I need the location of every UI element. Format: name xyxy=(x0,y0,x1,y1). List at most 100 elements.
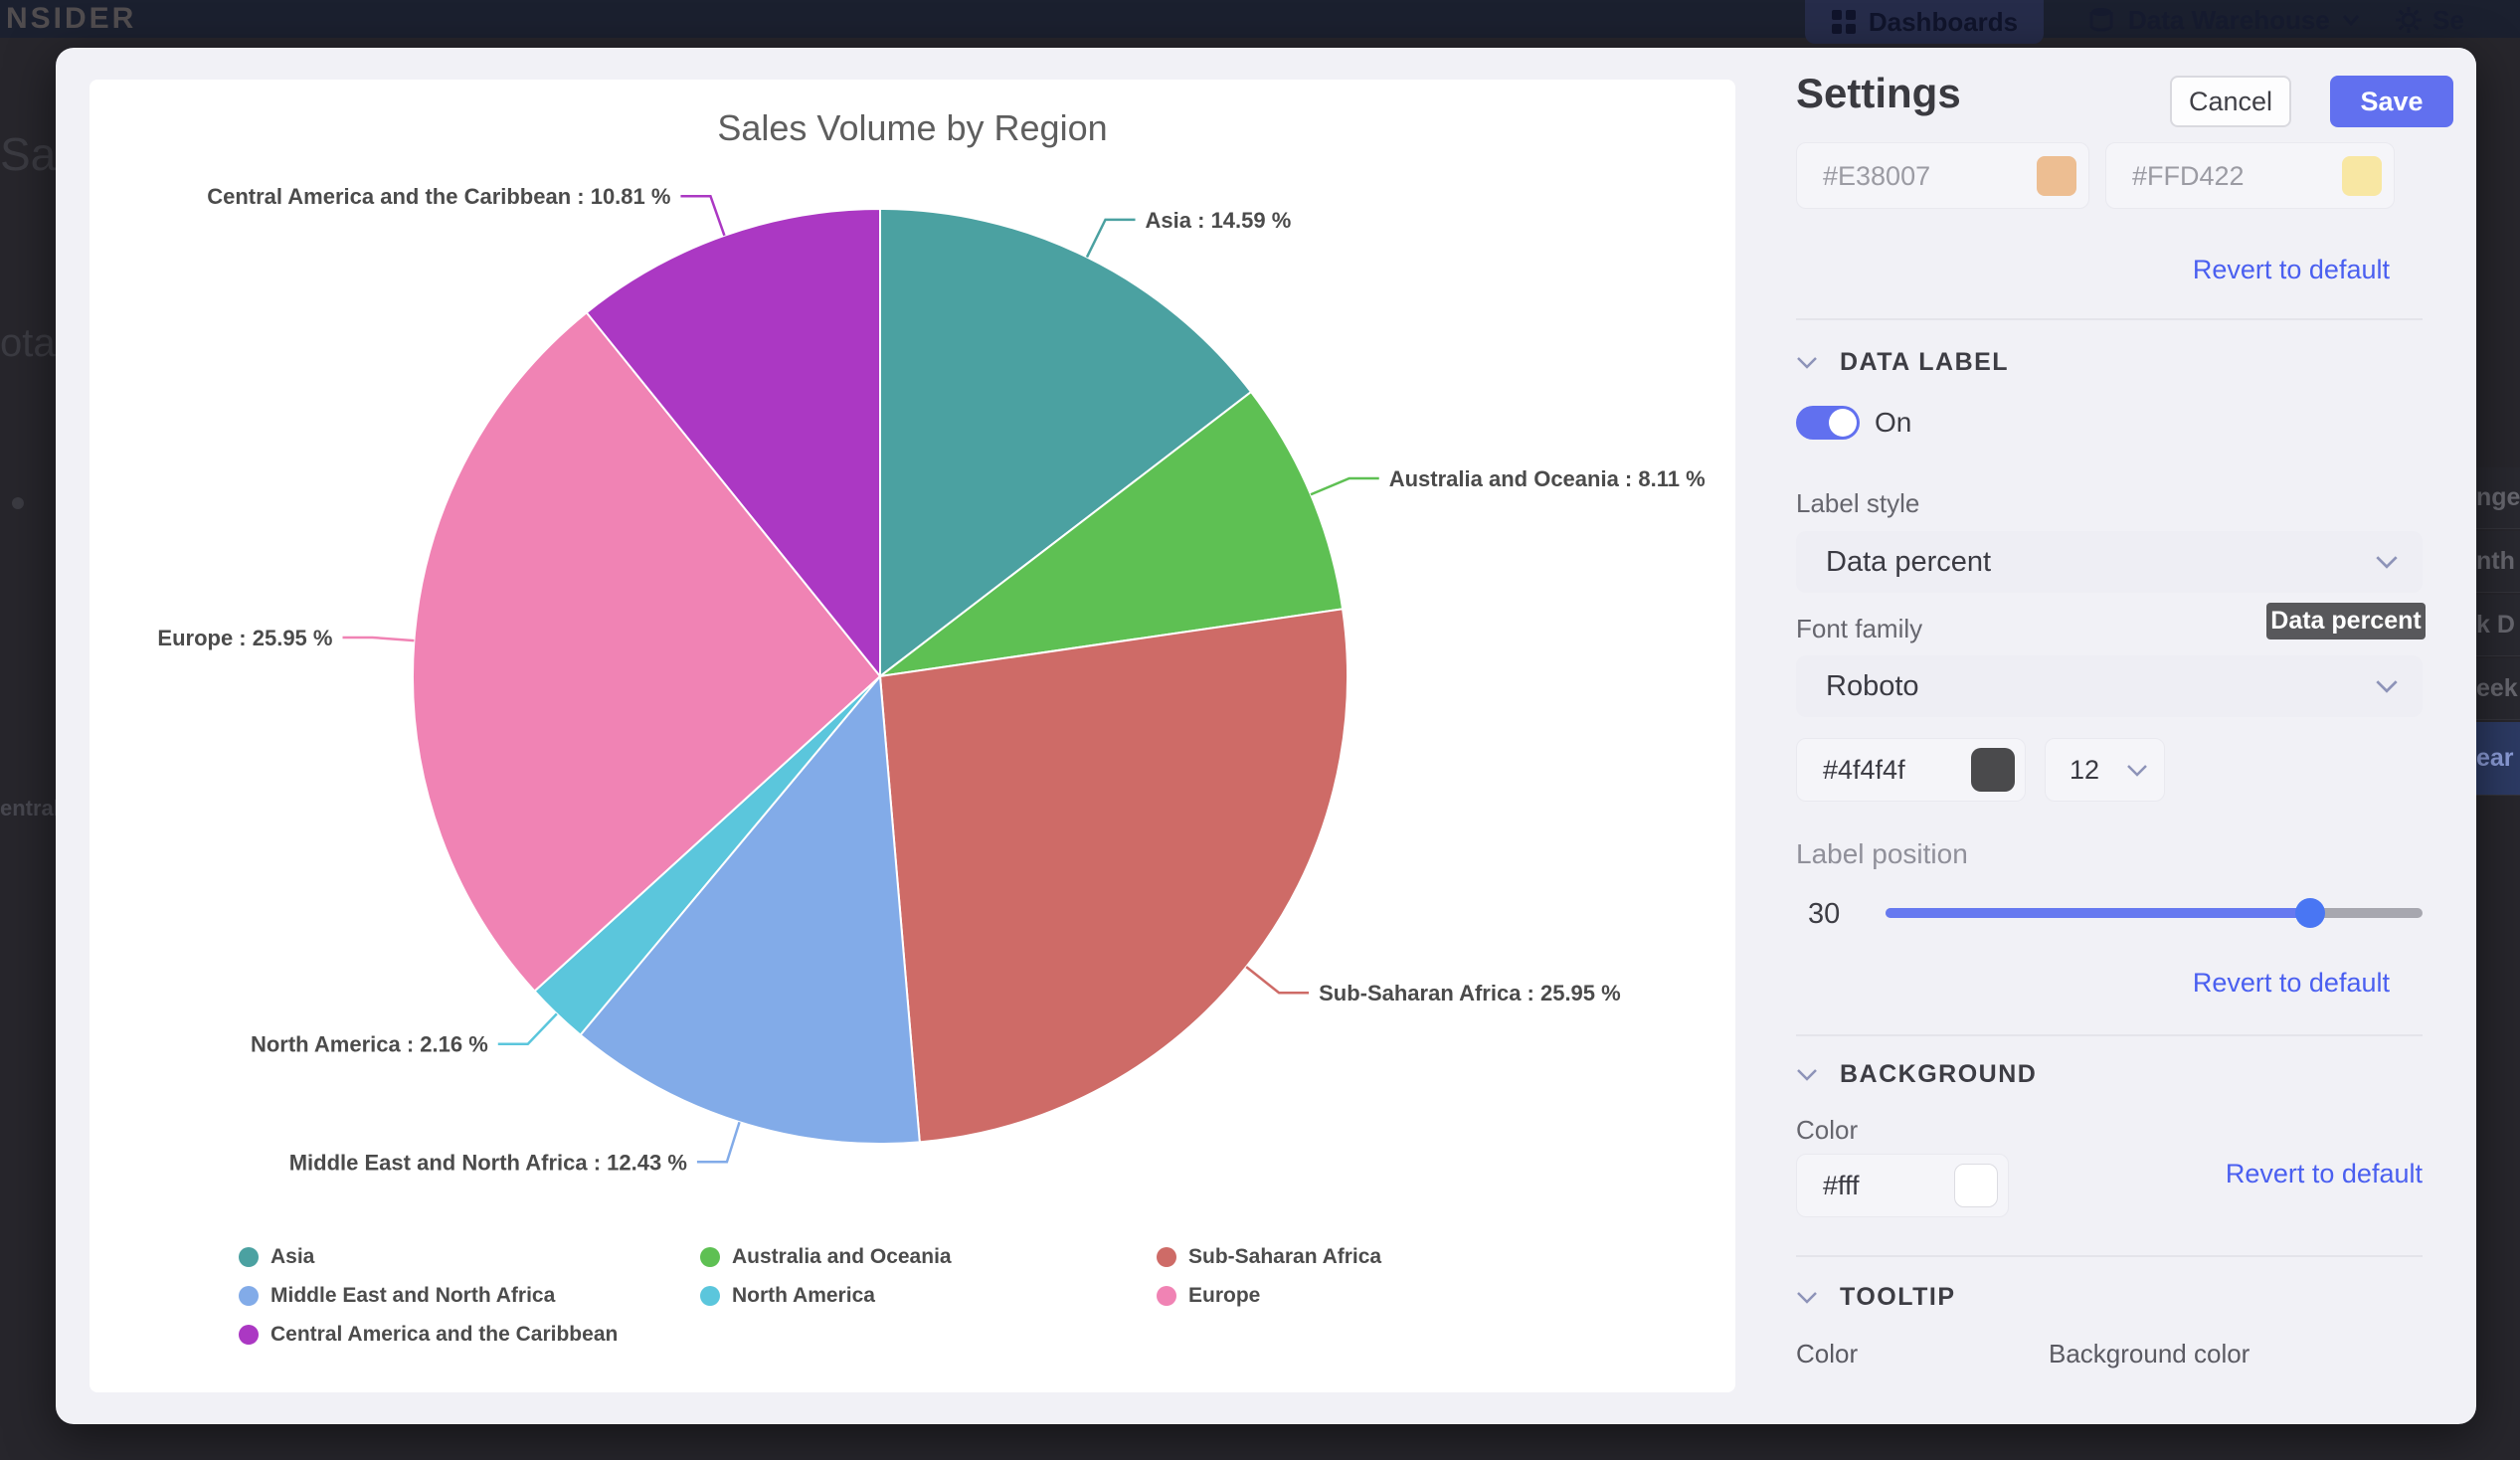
label-style-tooltip: Data percent xyxy=(2266,603,2426,639)
data-label-section-header[interactable]: DATA LABEL xyxy=(1796,348,2009,377)
legend-item-sub-saharan-africa[interactable]: Sub-Saharan Africa xyxy=(1157,1245,1381,1269)
background-menu-item: k D xyxy=(2476,595,2520,656)
label-position-value: 30 xyxy=(1808,898,1840,931)
tooltip-section-header[interactable]: TOOLTIP xyxy=(1796,1283,1956,1312)
app-top-bar: NSIDER Dashboards Data Warehouse Se xyxy=(0,0,2520,38)
font-color-value: #4f4f4f xyxy=(1823,755,1905,786)
background-section-title: BACKGROUND xyxy=(1840,1060,2037,1089)
background-color-label: Color xyxy=(1796,1115,1858,1146)
tooltip-section-title: TOOLTIP xyxy=(1840,1283,1956,1312)
legend-item-asia[interactable]: Asia xyxy=(239,1245,700,1269)
pie-callout-label: Sub-Saharan Africa : 25.95 % xyxy=(1319,981,1621,1005)
section-divider xyxy=(1796,318,2423,320)
save-button[interactable]: Save xyxy=(2330,76,2453,127)
pie-callout-label: Asia : 14.59 % xyxy=(1146,208,1292,233)
pie-label-line xyxy=(697,1122,740,1162)
pie-callout-label: Middle East and North Africa : 12.43 % xyxy=(289,1150,687,1175)
label-style-value: Data percent xyxy=(1826,546,1991,579)
legend-item-central-america-and-the-caribbean[interactable]: Central America and the Caribbean xyxy=(239,1323,700,1347)
section-divider xyxy=(1796,1255,2423,1257)
tooltip-background-color-label: Background color xyxy=(2049,1339,2250,1369)
label-position-slider[interactable] xyxy=(1886,908,2423,918)
font-color-swatch[interactable] xyxy=(1971,748,2015,792)
pie-label-line xyxy=(1311,478,1379,494)
revert-to-default-link-background[interactable]: Revert to default xyxy=(2226,1159,2423,1189)
app-logo: NSIDER xyxy=(6,2,136,36)
legend-item-australia-and-oceania[interactable]: Australia and Oceania xyxy=(700,1245,1157,1269)
legend-label: Central America and the Caribbean xyxy=(270,1323,618,1347)
slider-fill xyxy=(1886,908,2310,918)
chevron-down-icon xyxy=(2375,555,2399,569)
pie-label-line xyxy=(1246,967,1309,993)
background-section-header[interactable]: BACKGROUND xyxy=(1796,1060,2037,1089)
background-color-value: #fff xyxy=(1823,1171,1860,1201)
settings-panel: Settings Cancel Save #E38007 #FFD422 Rev… xyxy=(1763,48,2476,1424)
legend-item-north-america[interactable]: North America xyxy=(700,1284,1157,1308)
background-menu-item: ear xyxy=(2476,722,2520,796)
gear-icon xyxy=(2395,6,2423,34)
series-color-input-2[interactable]: #FFD422 xyxy=(2105,142,2395,209)
chevron-down-icon xyxy=(1796,1291,1818,1304)
background-right-menu: ngenthk Deekear xyxy=(2476,38,2520,1460)
legend-color-dot xyxy=(700,1286,720,1306)
legend-color-dot xyxy=(239,1325,259,1345)
chart-legend: Asia Australia and Oceania Sub-Saharan Afr… xyxy=(239,1245,1381,1347)
series-color-input-1[interactable]: #E38007 xyxy=(1796,142,2089,209)
legend-label: Europe xyxy=(1188,1284,1260,1308)
nav-dashboards-label: Dashboards xyxy=(1869,7,2018,38)
legend-label: North America xyxy=(732,1284,875,1308)
font-family-dropdown[interactable]: Roboto xyxy=(1796,655,2423,717)
font-family-label: Font family xyxy=(1796,614,1922,644)
font-family-value: Roboto xyxy=(1826,670,1919,703)
pie-label-line xyxy=(680,196,724,236)
nav-data-warehouse[interactable]: Data Warehouse xyxy=(2088,0,2360,40)
font-size-dropdown[interactable]: 12 xyxy=(2045,738,2165,802)
background-menu-item: nth xyxy=(2476,531,2520,593)
background-left-strip: Sal ota entral xyxy=(0,38,56,1460)
revert-to-default-link-datalabel[interactable]: Revert to default xyxy=(2193,968,2390,999)
legend-label: Sub-Saharan Africa xyxy=(1188,1245,1381,1269)
toggle-knob xyxy=(1829,409,1857,437)
font-color-input[interactable]: #4f4f4f xyxy=(1796,738,2026,802)
series-color-swatch-1[interactable] xyxy=(2037,156,2076,196)
legend-color-dot xyxy=(239,1286,259,1306)
nav-dashboards[interactable]: Dashboards xyxy=(1805,0,2044,44)
background-color-swatch[interactable] xyxy=(1954,1164,1998,1207)
nav-settings-label: Se xyxy=(2432,5,2464,36)
background-text-fragment: Sal xyxy=(0,127,56,181)
background-color-input[interactable]: #fff xyxy=(1796,1154,2009,1217)
series-color-swatch-2[interactable] xyxy=(2342,156,2382,196)
data-label-toggle[interactable] xyxy=(1796,406,1860,440)
chart-title: Sales Volume by Region xyxy=(90,107,1735,149)
pie-callout-label: Central America and the Caribbean : 10.8… xyxy=(207,184,670,209)
label-style-dropdown[interactable]: Data percent xyxy=(1796,531,2423,593)
pie-label-line xyxy=(342,638,414,640)
chevron-down-icon xyxy=(1796,1068,1818,1081)
settings-title: Settings xyxy=(1796,70,1961,117)
legend-item-middle-east-and-north-africa[interactable]: Middle East and North Africa xyxy=(239,1284,700,1308)
legend-label: Australia and Oceania xyxy=(732,1245,952,1269)
background-menu-item: nge xyxy=(2476,467,2520,529)
nav-settings[interactable]: Se xyxy=(2395,0,2464,40)
legend-label: Middle East and North Africa xyxy=(270,1284,555,1308)
cancel-button[interactable]: Cancel xyxy=(2170,76,2291,127)
background-text-fragment: entral xyxy=(0,796,56,821)
legend-color-dot xyxy=(239,1247,259,1267)
legend-label: Asia xyxy=(270,1245,314,1269)
pie-slice-sub-saharan-africa[interactable] xyxy=(880,609,1348,1142)
nav-data-warehouse-label: Data Warehouse xyxy=(2128,5,2330,36)
settings-panel-header: Settings Cancel Save xyxy=(1763,48,2476,139)
chart-preview-card: Asia : 14.59 %Australia and Oceania : 8.… xyxy=(90,80,1735,1392)
chevron-down-icon xyxy=(2342,14,2360,26)
dashboards-grid-icon xyxy=(1831,9,1857,35)
background-text-fragment: ota xyxy=(0,321,56,366)
settings-modal: Asia : 14.59 %Australia and Oceania : 8.… xyxy=(56,48,2476,1424)
legend-color-dot xyxy=(1157,1286,1176,1306)
pie-callout-label: Europe : 25.95 % xyxy=(157,626,332,650)
legend-color-dot xyxy=(1157,1247,1176,1267)
revert-to-default-link-colors[interactable]: Revert to default xyxy=(2193,255,2390,285)
slider-thumb[interactable] xyxy=(2295,898,2325,928)
label-style-label: Label style xyxy=(1796,488,1919,519)
legend-item-europe[interactable]: Europe xyxy=(1157,1284,1381,1308)
data-label-toggle-state: On xyxy=(1875,407,1911,439)
